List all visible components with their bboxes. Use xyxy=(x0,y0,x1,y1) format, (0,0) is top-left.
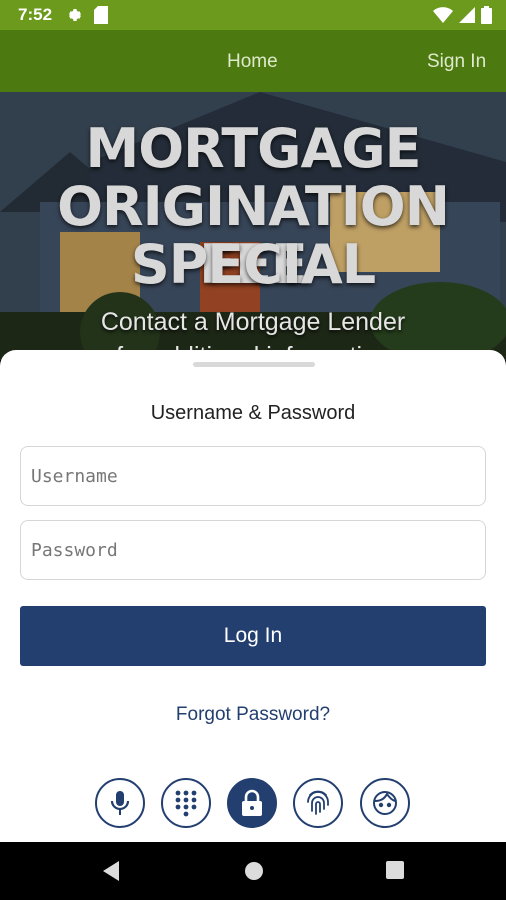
status-time: 7:52 xyxy=(18,5,53,24)
fingerprint-icon xyxy=(307,790,329,815)
back-icon[interactable] xyxy=(101,860,121,882)
sd-card-icon xyxy=(94,6,108,24)
microphone-icon xyxy=(110,791,130,815)
forgot-password-link[interactable]: Forgot Password? xyxy=(0,704,506,726)
voice-auth-button[interactable] xyxy=(95,778,145,828)
face-icon xyxy=(373,791,397,815)
nav-sign-in-link[interactable]: Sign In xyxy=(427,51,486,73)
app-bar: Home Sign In xyxy=(0,30,506,92)
promo-title-line-3: SPECIAL xyxy=(130,233,376,296)
lock-icon xyxy=(242,789,262,816)
recents-icon[interactable] xyxy=(385,860,405,880)
status-bar: 7:52 xyxy=(0,0,506,30)
wifi-icon xyxy=(433,7,453,23)
keypad-icon xyxy=(175,790,197,817)
promo-banner[interactable]: MORTGAGE ORIGINATION FEE SPECIAL Contact… xyxy=(0,92,506,360)
nav-home-link[interactable]: Home xyxy=(227,51,278,73)
password-field[interactable] xyxy=(20,520,486,580)
log-in-button[interactable]: Log In xyxy=(20,606,486,666)
settings-icon xyxy=(69,9,81,21)
username-field[interactable] xyxy=(20,446,486,506)
sheet-drag-handle[interactable] xyxy=(193,362,315,367)
login-sheet: Username & Password Log In Forgot Passwo… xyxy=(0,350,506,842)
system-nav-bar xyxy=(0,842,506,900)
pin-auth-button[interactable] xyxy=(161,778,211,828)
fingerprint-auth-button[interactable] xyxy=(293,778,343,828)
battery-icon xyxy=(481,6,492,24)
login-heading: Username & Password xyxy=(150,402,356,424)
password-auth-button[interactable] xyxy=(227,778,277,828)
promo-subtitle: Contact a Mortgage Lender xyxy=(100,308,406,336)
home-icon[interactable] xyxy=(243,860,265,882)
signal-icon xyxy=(459,7,475,23)
auth-method-row xyxy=(0,778,506,832)
promo-title-line-1: MORTGAGE xyxy=(85,117,422,180)
face-auth-button[interactable] xyxy=(360,778,410,828)
